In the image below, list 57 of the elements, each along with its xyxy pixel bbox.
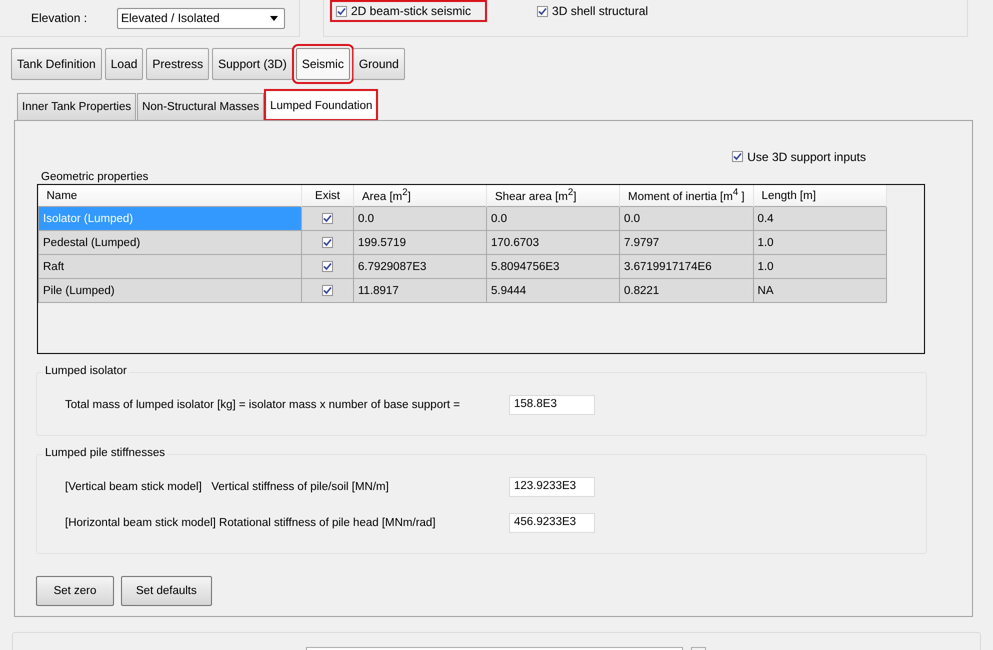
table-cell: 0.0 bbox=[620, 206, 754, 230]
table-cell: 0.0 bbox=[486, 206, 620, 230]
checkbox-option[interactable]: 3D shell structural bbox=[531, 0, 654, 22]
checkbox[interactable] bbox=[322, 260, 333, 272]
elevation-dropdown[interactable]: Elevated / Isolated bbox=[117, 8, 285, 28]
table-cell: 1.0 bbox=[753, 254, 886, 278]
column-header[interactable]: Area [m$^{2}$] bbox=[354, 185, 486, 206]
column-header[interactable]: Shear area [m$^{2}$] bbox=[486, 185, 620, 206]
action-button[interactable]: Set zero bbox=[36, 576, 114, 606]
tab[interactable]: Tank Definition bbox=[11, 48, 102, 80]
elevation-label: Elevation : bbox=[31, 11, 88, 25]
tab[interactable]: Inner Tank Properties bbox=[17, 93, 136, 120]
table-cell: 199.5719 bbox=[354, 230, 486, 254]
checkbox[interactable] bbox=[322, 236, 333, 248]
column-header[interactable]: Name bbox=[38, 185, 302, 206]
table-cell: 0.8221 bbox=[620, 278, 754, 302]
tab[interactable]: Ground bbox=[352, 48, 405, 80]
input-field[interactable]: 456.9233E3 bbox=[509, 513, 595, 533]
check-icon bbox=[733, 152, 742, 161]
group-title: Lumped pile stiffnesses bbox=[43, 447, 167, 459]
column-header[interactable]: Moment of inertia [m$^{4}$ ] bbox=[620, 185, 754, 206]
field-label: [Horizontal beam stick model] Rotational stiffness of pile head [MNm/rad] bbox=[65, 517, 437, 529]
table-cell: 170.6703 bbox=[486, 230, 620, 254]
group-title: Geometric properties bbox=[41, 171, 150, 183]
tab[interactable]: Prestress bbox=[146, 48, 210, 80]
check-icon bbox=[538, 6, 548, 16]
group-title: Lumped isolator bbox=[43, 365, 129, 377]
input-field[interactable]: 123.9233E3 bbox=[509, 477, 595, 497]
tab[interactable]: Load bbox=[104, 48, 144, 80]
tab[interactable]: Lumped Foundation bbox=[265, 90, 378, 120]
table-cell[interactable]: Raft bbox=[38, 254, 302, 278]
table-cell[interactable]: Pile (Lumped) bbox=[38, 278, 302, 302]
table-cell: NA bbox=[753, 278, 886, 302]
column-header[interactable]: Length [m] bbox=[753, 185, 886, 206]
table-cell: 0.0 bbox=[354, 206, 486, 230]
tab[interactable]: Support (3D) bbox=[212, 48, 293, 80]
table-cell: 5.9444 bbox=[486, 278, 620, 302]
checkbox-option[interactable]: Use 3D support inputs bbox=[726, 147, 872, 166]
dropdown-arrow-icon bbox=[270, 16, 278, 20]
input-field[interactable]: 158.8E3 bbox=[509, 395, 595, 415]
column-header[interactable]: Exist bbox=[302, 185, 354, 206]
table-cell: 3.6719917174E6 bbox=[620, 254, 754, 278]
tab[interactable]: Non-Structural Masses bbox=[137, 93, 264, 120]
field-label: Total mass of lumped isolator [kg] = isolator mass x number of base support = bbox=[65, 399, 462, 411]
table-cell: 0.4 bbox=[753, 206, 886, 230]
table-cell: 7.9797 bbox=[620, 230, 754, 254]
field-label: [Vertical beam stick model] Vertical stiffness of pile/soil [MN/m] bbox=[65, 481, 390, 493]
check-icon bbox=[337, 6, 346, 16]
checkbox[interactable] bbox=[322, 284, 333, 296]
checkbox[interactable] bbox=[322, 212, 333, 224]
table-cell[interactable]: Pedestal (Lumped) bbox=[38, 230, 302, 254]
table-cell: 6.7929087E3 bbox=[354, 254, 486, 278]
table-cell: 5.8094756E3 bbox=[486, 254, 620, 278]
checkbox-option[interactable]: 2D beam-stick seismic bbox=[330, 0, 488, 22]
action-button[interactable]: Set defaults bbox=[121, 576, 212, 606]
table-cell: 11.8917 bbox=[354, 278, 486, 302]
table-cell: 1.0 bbox=[753, 230, 886, 254]
